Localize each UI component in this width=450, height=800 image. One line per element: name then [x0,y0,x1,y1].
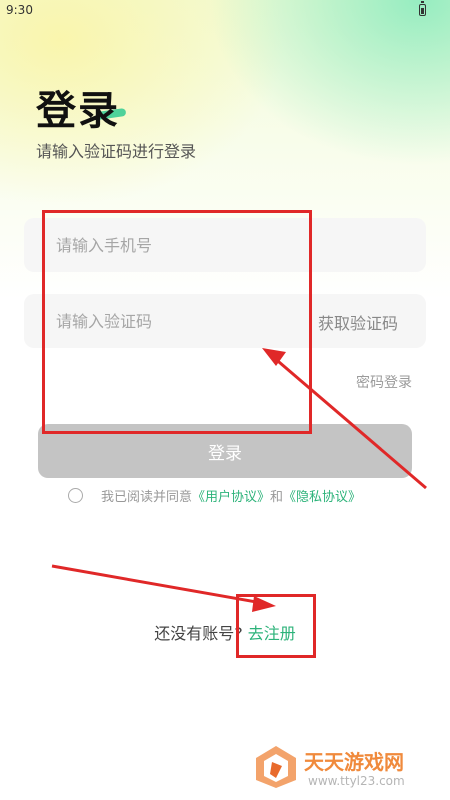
arrowhead-icon [252,596,276,612]
annotation-arrows [51,348,427,612]
annotation-arrow-register [51,564,263,605]
annotation-arrow-form [271,354,427,490]
watermark-name: 天天游戏网 [304,750,404,774]
watermark: 天天游戏网 www.ttyl23.com [254,744,444,794]
watermark-logo-icon [256,746,296,788]
watermark-url: www.ttyl23.com [308,774,405,788]
